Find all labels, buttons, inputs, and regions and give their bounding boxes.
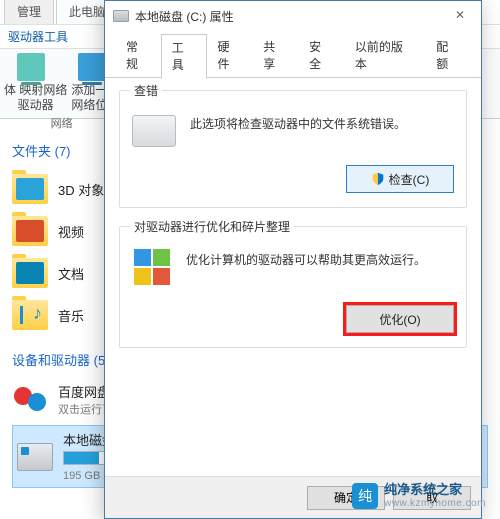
drive-check-icon (132, 115, 176, 147)
watermark-text: 纯净系统之家 (384, 483, 486, 497)
watermark: 纯 纯净系统之家 www.kzmyhome.com (344, 479, 494, 513)
drive-icon (113, 10, 129, 22)
tab-quota[interactable]: 配额 (425, 33, 471, 77)
tab-general[interactable]: 常规 (115, 33, 161, 77)
ribbon-group-caption: 网络 (4, 115, 119, 131)
tab-previous-versions[interactable]: 以前的版本 (344, 33, 425, 77)
close-button[interactable]: ✕ (439, 1, 481, 29)
optimize-description: 优化计算机的驱动器可以帮助其更高效运行。 (186, 245, 426, 269)
folder-label: 3D 对象 (58, 180, 104, 199)
tab-security[interactable]: 安全 (298, 33, 344, 77)
tab-hardware[interactable]: 硬件 (207, 33, 253, 77)
map-network-drive-icon[interactable] (17, 53, 45, 81)
folder-icon (12, 258, 48, 288)
group-title: 查错 (130, 82, 162, 99)
optimize-group: 对驱动器进行优化和碎片整理 优化计算机的驱动器可以帮助其更高效运行。 优化(O) (119, 226, 467, 348)
add-network-location-icon[interactable] (78, 53, 106, 81)
folder-label: 文档 (58, 264, 84, 283)
check-description: 此选项将检查驱动器中的文件系统错误。 (190, 109, 406, 133)
optimize-button[interactable]: 优化(O) (346, 305, 454, 333)
dialog-body: 查错 此选项将检查驱动器中的文件系统错误。 检查(C) 对驱动器进行优化和碎片整… (105, 78, 481, 476)
dialog-titlebar[interactable]: 本地磁盘 (C:) 属性 ✕ (105, 1, 481, 31)
watermark-url: www.kzmyhome.com (384, 498, 486, 509)
uac-shield-icon (371, 172, 385, 186)
ribbon-label-map: 体 映射网络驱动器 (4, 83, 67, 113)
properties-dialog: 本地磁盘 (C:) 属性 ✕ 常规 工具 硬件 共享 安全 以前的版本 配额 查… (104, 0, 482, 519)
dialog-tabstrip: 常规 工具 硬件 共享 安全 以前的版本 配额 (105, 33, 481, 78)
check-button-label: 检查(C) (389, 171, 430, 188)
folder-label: 音乐 (58, 306, 84, 325)
folder-icon (12, 174, 48, 204)
watermark-logo-icon: 纯 (352, 483, 378, 509)
folder-label: 视频 (58, 222, 84, 241)
tab-sharing[interactable]: 共享 (252, 33, 298, 77)
defrag-icon (132, 247, 172, 287)
tab-manage[interactable]: 管理 (4, 0, 54, 24)
group-title: 对驱动器进行优化和碎片整理 (130, 218, 294, 235)
close-icon: ✕ (455, 8, 465, 22)
folder-icon (12, 216, 48, 246)
dialog-title: 本地磁盘 (C:) 属性 (135, 8, 234, 25)
folder-icon: ♪ (12, 300, 48, 330)
tab-tools[interactable]: 工具 (161, 34, 207, 78)
disk-icon (17, 443, 53, 471)
error-checking-group: 查错 此选项将检查驱动器中的文件系统错误。 检查(C) (119, 90, 467, 208)
baidu-icon (12, 381, 48, 417)
optimize-button-label: 优化(O) (379, 311, 420, 328)
check-button[interactable]: 检查(C) (346, 165, 454, 193)
